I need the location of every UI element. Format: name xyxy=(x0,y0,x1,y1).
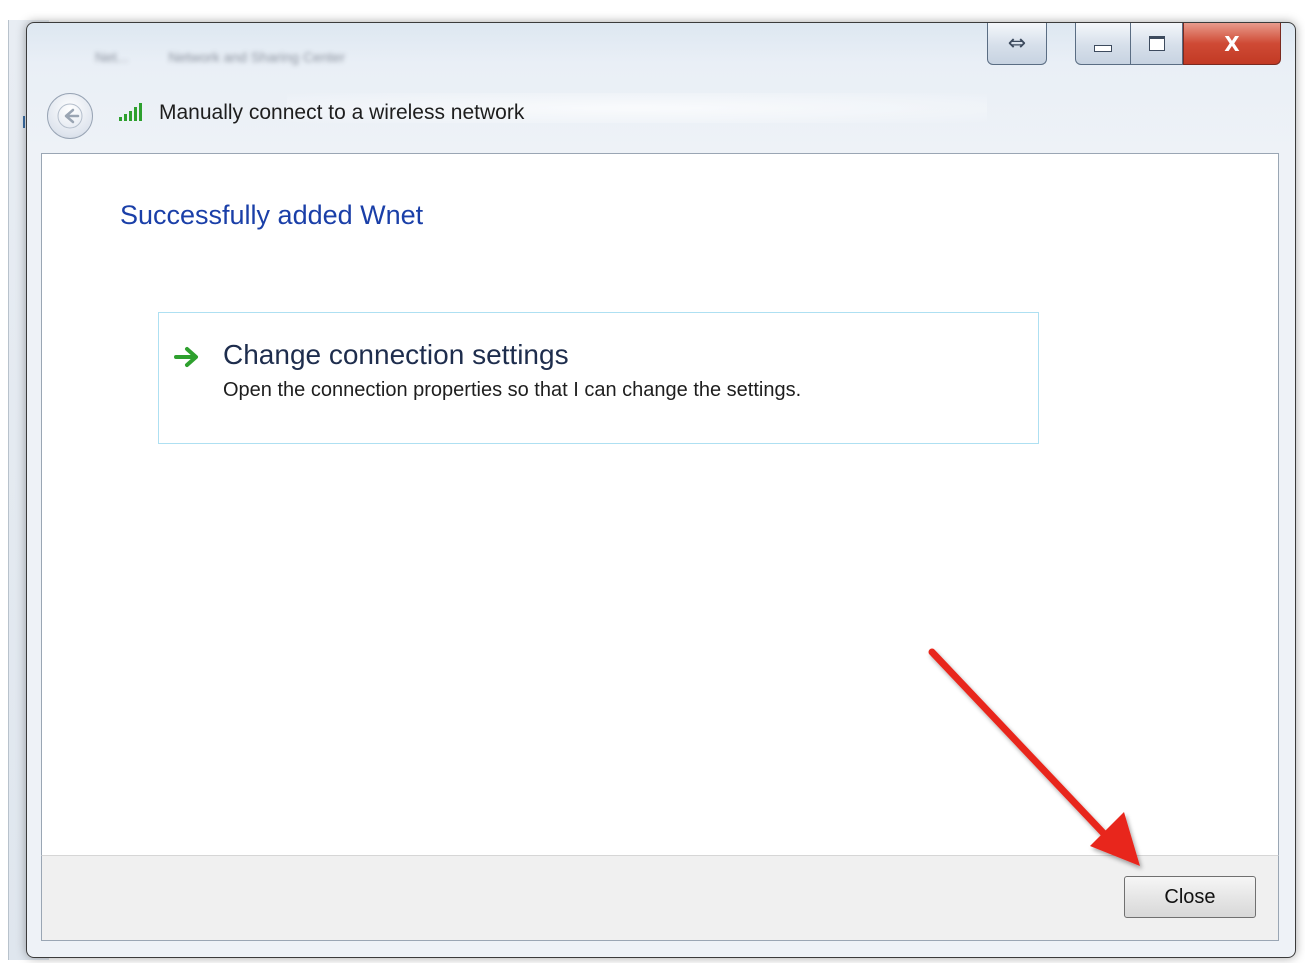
window-close-button[interactable]: X xyxy=(1183,23,1281,65)
success-heading: Successfully added Wnet xyxy=(120,200,424,230)
back-button[interactable] xyxy=(47,93,93,139)
back-arrow-icon xyxy=(57,103,83,129)
minimize-button[interactable] xyxy=(1075,23,1131,65)
minimize-icon xyxy=(1094,45,1112,52)
option-description: Open the connection properties so that I… xyxy=(223,379,802,401)
dialog-footer: Close xyxy=(41,855,1279,941)
window-title-prefix: Net... xyxy=(95,49,129,65)
green-arrow-icon xyxy=(174,347,198,367)
wireless-dialog: Net... Network and Sharing Center ⇔ X Ma… xyxy=(26,22,1296,958)
window-title-text: Network and Sharing Center xyxy=(168,49,346,65)
maximize-icon xyxy=(1148,36,1165,51)
wireless-signal-icon xyxy=(119,103,142,121)
content-panel: Successfully added Wnet Change connectio… xyxy=(41,153,1279,855)
resize-button[interactable]: ⇔ xyxy=(987,23,1047,65)
close-button[interactable]: Close xyxy=(1124,876,1256,918)
resize-icon: ⇔ xyxy=(1007,30,1027,56)
option-title: Change connection settings xyxy=(223,339,569,370)
screen: Net... Network and Sharing Center ⇔ X Ma… xyxy=(0,0,1305,963)
window-title: Net... Network and Sharing Center xyxy=(95,49,395,67)
dialog-header-title: Manually connect to a wireless network xyxy=(159,101,525,124)
maximize-button[interactable] xyxy=(1131,23,1183,65)
close-icon: X xyxy=(1224,31,1240,56)
change-connection-settings-link[interactable]: Change connection settings Open the conn… xyxy=(158,312,1039,444)
